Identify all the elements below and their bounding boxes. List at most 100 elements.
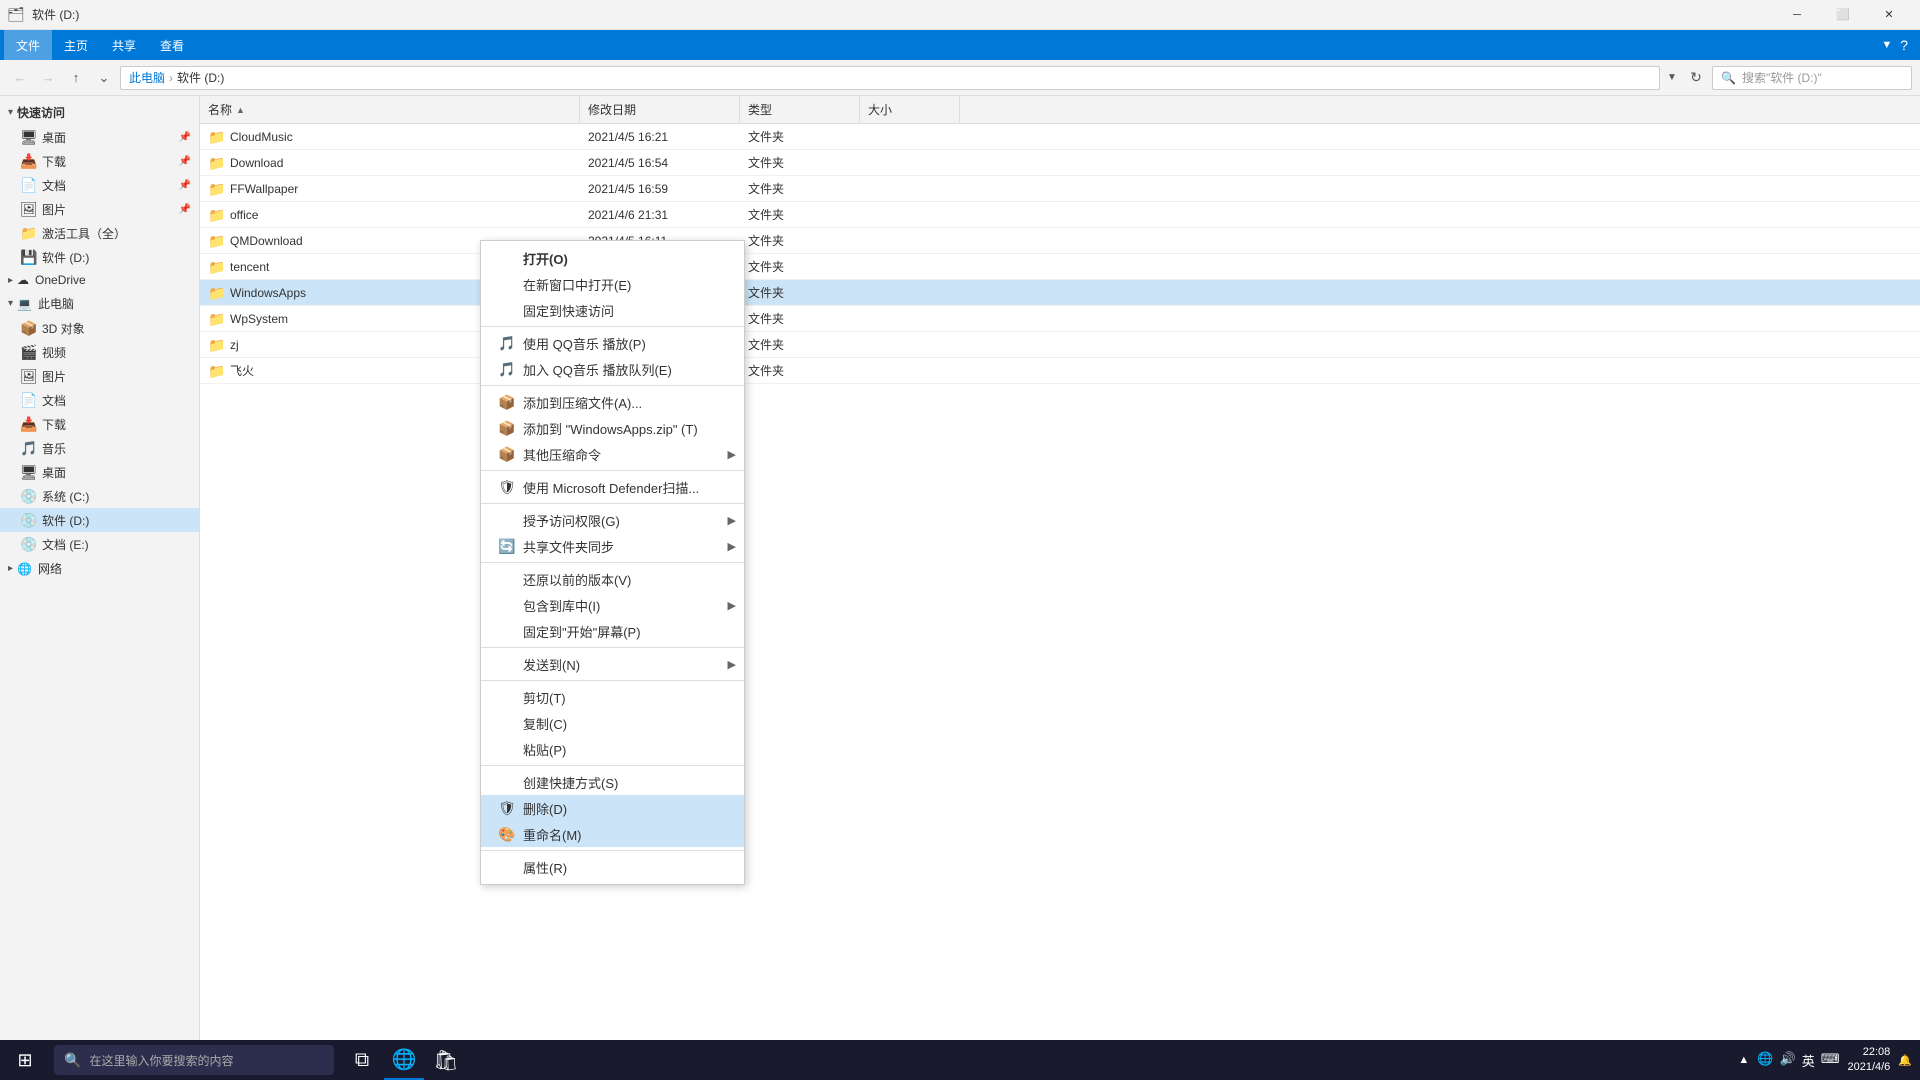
help-btn[interactable]: ? <box>1900 37 1908 53</box>
sort-arrow: ▲ <box>236 105 245 115</box>
ctx-sync-folder[interactable]: 🔄 共享文件夹同步 ▶ <box>481 533 744 559</box>
minimize-button[interactable]: ─ <box>1774 0 1820 30</box>
col-header-name[interactable]: 名称 ▲ <box>200 96 580 124</box>
sidebar-item-e[interactable]: 💿 文档 (E:) <box>0 532 199 556</box>
address-path[interactable]: 此电脑 › 软件 (D:) <box>120 66 1660 90</box>
sidebar-item-pictures[interactable]: 🖼 图片 📌 <box>0 197 199 221</box>
expand-ribbon-btn[interactable]: ▼ <box>1881 39 1892 51</box>
ctx-compress-more[interactable]: 📦 其他压缩命令 ▶ <box>481 441 744 467</box>
search-box[interactable]: 🔍 搜索"软件 (D:)" <box>1712 66 1912 90</box>
back-button[interactable]: ← <box>8 66 32 90</box>
sidebar-download-label: 下载 <box>42 153 66 170</box>
notification-icon[interactable]: 🔔 <box>1898 1054 1912 1067</box>
ctx-paste[interactable]: 粘贴(P) <box>481 736 744 762</box>
ctx-qqmusic-queue[interactable]: 🎵 加入 QQ音乐 播放队列(E) <box>481 356 744 382</box>
ctx-open-new-window[interactable]: 在新窗口中打开(E) <box>481 271 744 297</box>
pin-icon3: 📌 <box>179 180 191 191</box>
ctx-sep4 <box>481 503 744 504</box>
ctx-copy[interactable]: 复制(C) <box>481 710 744 736</box>
sidebar-this-pc-header[interactable]: ▾ 💻 此电脑 <box>0 291 199 316</box>
ctx-defender[interactable]: 🛡 使用 Microsoft Defender扫描... <box>481 474 744 500</box>
close-button[interactable]: ✕ <box>1866 0 1912 30</box>
menu-view[interactable]: 查看 <box>148 30 196 60</box>
sidebar-onedrive[interactable]: ▸ ☁ OneDrive <box>0 269 199 291</box>
ctx-create-shortcut[interactable]: 创建快捷方式(S) <box>481 769 744 795</box>
tray-expand[interactable]: ▲ <box>1738 1054 1749 1066</box>
table-row[interactable]: zj 2021/4/5 16:... 文件夹 <box>200 332 1920 358</box>
file-list: 名称 ▲ 修改日期 类型 大小 CloudMusic 2021/4/5 16:2… <box>200 96 1920 1052</box>
sidebar-quick-access[interactable]: ▾ 快速访问 <box>0 100 199 125</box>
taskbar-edge[interactable]: 🌐 <box>384 1040 424 1080</box>
send-to-icon <box>497 654 517 674</box>
recent-btn[interactable]: ⌄ <box>92 66 116 90</box>
col-header-size[interactable]: 大小 <box>860 96 960 124</box>
menu-file[interactable]: 文件 <box>4 30 52 60</box>
software-icon: 💾 <box>20 249 36 265</box>
ctx-cut[interactable]: 剪切(T) <box>481 684 744 710</box>
menu-home[interactable]: 主页 <box>52 30 100 60</box>
sidebar-item-pics[interactable]: 🖼 图片 <box>0 364 199 388</box>
sidebar-network[interactable]: ▸ 🌐 网络 <box>0 556 199 581</box>
folder-icon <box>208 285 224 301</box>
taskbar-clock[interactable]: 22:08 2021/4/6 <box>1847 1045 1890 1076</box>
up-button[interactable]: ↑ <box>64 66 88 90</box>
table-row[interactable]: WpSystem 2021/4/5 2... 文件夹 <box>200 306 1920 332</box>
col-header-date[interactable]: 修改日期 <box>580 96 740 124</box>
sidebar-item-desktop[interactable]: 🖥 桌面 📌 <box>0 125 199 149</box>
ctx-restore-version[interactable]: 还原以前的版本(V) <box>481 566 744 592</box>
sidebar-item-video[interactable]: 🎬 视频 <box>0 340 199 364</box>
menu-share[interactable]: 共享 <box>100 30 148 60</box>
taskbar-store[interactable]: 🛍 <box>426 1040 466 1080</box>
sidebar-item-desktopc[interactable]: 🖥 桌面 <box>0 460 199 484</box>
paste-icon <box>497 739 517 759</box>
table-row-selected[interactable]: WindowsApps 2021/4/5 16:... 文件夹 <box>200 280 1920 306</box>
ctx-rename[interactable]: 🎨 重命名(M) <box>481 821 744 847</box>
ctx-include-library[interactable]: 包含到库中(I) ▶ <box>481 592 744 618</box>
qqmusic-icon: 🎵 <box>497 333 517 353</box>
ctx-pin-start[interactable]: 固定到"开始"屏幕(P) <box>481 618 744 644</box>
table-row[interactable]: 飞火 2021/4/5 16:... 文件夹 <box>200 358 1920 384</box>
maximize-button[interactable]: ⬜ <box>1820 0 1866 30</box>
sidebar-item-downloads[interactable]: 📥 下载 <box>0 412 199 436</box>
ctx-delete[interactable]: 🛡 删除(D) <box>481 795 744 821</box>
ctx-qqmusic-play[interactable]: 🎵 使用 QQ音乐 播放(P) <box>481 330 744 356</box>
table-row[interactable]: tencent 2021/4/5 16:20 文件夹 <box>200 254 1920 280</box>
col-header-type[interactable]: 类型 <box>740 96 860 124</box>
taskbar: ⊞ 🔍 在这里输入你要搜索的内容 ⧉ 🌐 🛍 ▲ 🌐 🔊 英 ⌨ 22:08 2… <box>0 1040 1920 1080</box>
sidebar-video-label: 视频 <box>42 344 66 361</box>
table-row[interactable]: QMDownload 2021/4/5 16:11 文件夹 <box>200 228 1920 254</box>
desktop-icon: 🖥 <box>20 129 36 145</box>
sidebar-item-software-quick[interactable]: 💾 软件 (D:) <box>0 245 199 269</box>
sidebar-item-d[interactable]: 💿 软件 (D:) <box>0 508 199 532</box>
sidebar-item-3d[interactable]: 📦 3D 对象 <box>0 316 199 340</box>
title-bar-icons: 🗂 <box>8 7 24 23</box>
ctx-sep5 <box>481 562 744 563</box>
refresh-button[interactable]: ↻ <box>1684 66 1708 90</box>
taskbar-icons: ⧉ 🌐 🛍 <box>342 1040 466 1080</box>
sidebar-item-music[interactable]: 🎵 音乐 <box>0 436 199 460</box>
tools-icon: 📁 <box>20 225 36 241</box>
sidebar-item-docs[interactable]: 📄 文档 📌 <box>0 173 199 197</box>
address-dropdown[interactable]: ▼ <box>1664 66 1680 90</box>
sidebar-item-download[interactable]: 📥 下载 📌 <box>0 149 199 173</box>
ctx-pin-quick[interactable]: 固定到快速访问 <box>481 297 744 323</box>
ctx-properties[interactable]: 属性(R) <box>481 854 744 880</box>
table-row[interactable]: CloudMusic 2021/4/5 16:21 文件夹 <box>200 124 1920 150</box>
start-button[interactable]: ⊞ <box>0 1040 50 1080</box>
table-row[interactable]: FFWallpaper 2021/4/5 16:59 文件夹 <box>200 176 1920 202</box>
file-list-header: 名称 ▲ 修改日期 类型 大小 <box>200 96 1920 124</box>
ctx-compress-zip[interactable]: 📦 添加到 "WindowsApps.zip" (T) <box>481 415 744 441</box>
ctx-compress[interactable]: 📦 添加到压缩文件(A)... <box>481 389 744 415</box>
table-row[interactable]: office 2021/4/6 21:31 文件夹 <box>200 202 1920 228</box>
sidebar-item-tools[interactable]: 📁 激活工具（全） <box>0 221 199 245</box>
sidebar-item-c[interactable]: 💿 系统 (C:) <box>0 484 199 508</box>
table-row[interactable]: Download 2021/4/5 16:54 文件夹 <box>200 150 1920 176</box>
forward-button[interactable]: → <box>36 66 60 90</box>
c-drive-icon: 💿 <box>20 488 36 504</box>
taskbar-task-view[interactable]: ⧉ <box>342 1040 382 1080</box>
ctx-open[interactable]: 打开(O) <box>481 245 744 271</box>
sidebar-item-documents[interactable]: 📄 文档 <box>0 388 199 412</box>
taskbar-search[interactable]: 🔍 在这里输入你要搜索的内容 <box>54 1045 334 1075</box>
ctx-send-to[interactable]: 发送到(N) ▶ <box>481 651 744 677</box>
ctx-grant-access[interactable]: 授予访问权限(G) ▶ <box>481 507 744 533</box>
